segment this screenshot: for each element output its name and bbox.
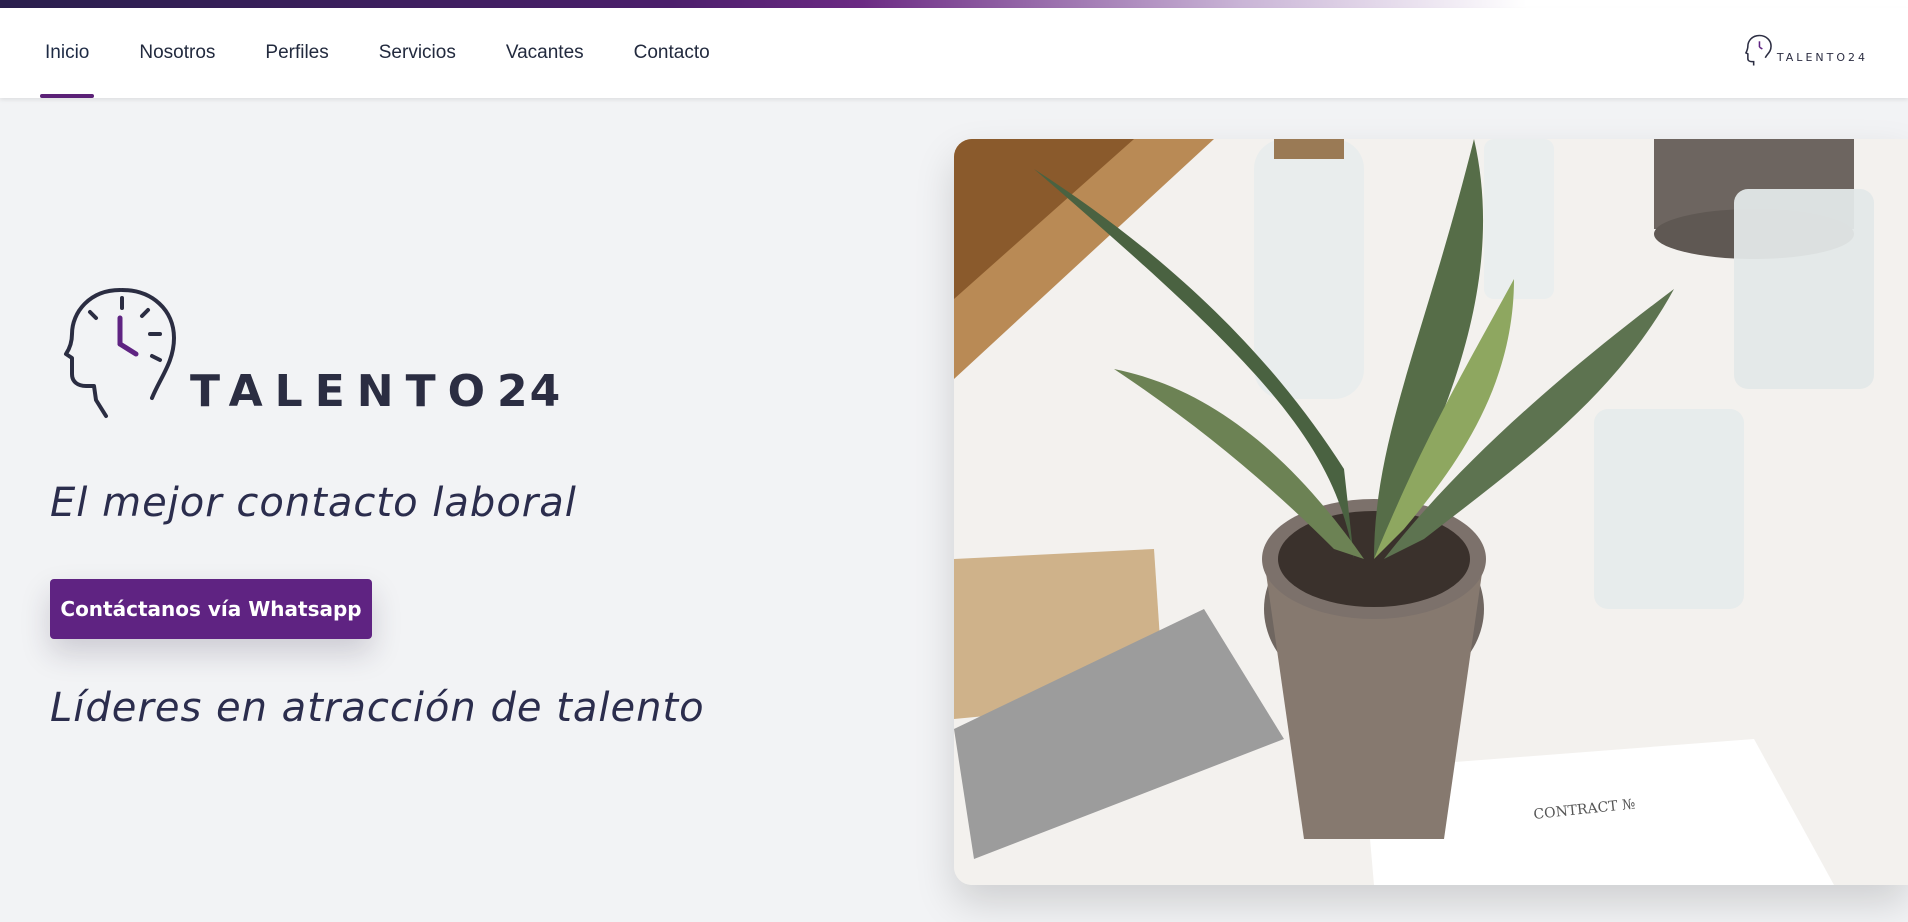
nav-item-contacto[interactable]: Contacto	[629, 8, 715, 98]
nav-item-label: Vacantes	[505, 42, 584, 63]
head-clock-icon	[1744, 34, 1772, 66]
nav-item-vacantes[interactable]: Vacantes	[501, 8, 589, 98]
top-gradient-bar	[0, 0, 1908, 8]
site-header: Inicio Nosotros Perfiles Servicios Vacan…	[0, 8, 1908, 98]
header-logo[interactable]: TALENTO24	[1744, 28, 1868, 72]
brand-number: 24	[497, 366, 563, 417]
whatsapp-contact-button[interactable]: Contáctanos vía Whatsapp	[50, 579, 372, 639]
hero-photo: CONTRACT №	[954, 139, 1908, 885]
nav-item-label: Servicios	[378, 42, 456, 63]
header-logo-text: TALENTO24	[1776, 50, 1868, 64]
hero-tagline: El mejor contacto laboral	[50, 480, 577, 526]
nav-item-label: Contacto	[633, 42, 710, 63]
nav-item-servicios[interactable]: Servicios	[374, 8, 461, 98]
nav-item-label: Nosotros	[139, 42, 216, 63]
main-nav: Inicio Nosotros Perfiles Servicios Vacan…	[40, 8, 755, 98]
brand-word: TALENTO	[190, 366, 497, 417]
nav-item-inicio[interactable]: Inicio	[40, 8, 95, 98]
plant-desk-illustration: CONTRACT №	[954, 139, 1908, 885]
nav-item-perfiles[interactable]: Perfiles	[260, 8, 333, 98]
nav-item-label: Inicio	[45, 42, 90, 63]
nav-item-label: Perfiles	[265, 42, 329, 63]
brand-wordmark: TALENTO24	[190, 366, 562, 417]
hero-subline: Líderes en atracción de talento	[50, 685, 705, 731]
nav-item-nosotros[interactable]: Nosotros	[134, 8, 220, 98]
